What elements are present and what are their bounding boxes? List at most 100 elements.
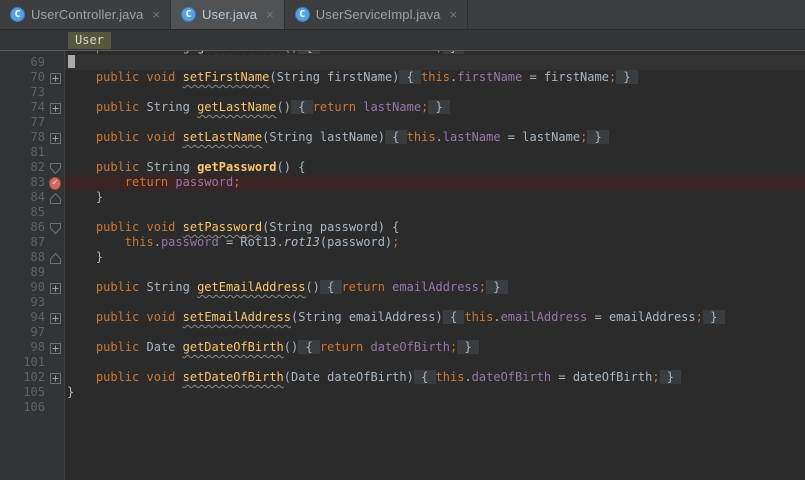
code-line[interactable]: 89 (0, 265, 805, 280)
code-text[interactable]: public Date getDateOfBirth() { return da… (65, 340, 805, 355)
code-text[interactable] (65, 205, 805, 220)
editor-gutter[interactable]: 88 (0, 250, 65, 265)
editor-gutter[interactable]: 74 (0, 100, 65, 115)
editor-gutter[interactable]: 78 (0, 130, 65, 145)
code-line[interactable]: 101 (0, 355, 805, 370)
editor-gutter[interactable]: 89 (0, 265, 65, 280)
close-icon[interactable]: × (265, 8, 275, 21)
line-number: 77 (0, 115, 45, 130)
editor-gutter[interactable]: 70 (0, 70, 65, 85)
code-line-clipped[interactable]: public String getFirstName() { return fi… (0, 51, 805, 55)
tab-userserviceimpl-java[interactable]: CUserServiceImpl.java× (285, 0, 468, 29)
editor-gutter[interactable]: 102 (0, 370, 65, 385)
editor-gutter[interactable]: 84 (0, 190, 65, 205)
fold-collapsed-icon[interactable] (50, 373, 61, 384)
tab-user-java[interactable]: CUser.java× (171, 0, 285, 29)
editor-gutter[interactable]: 101 (0, 355, 65, 370)
code-line[interactable]: 73 (0, 85, 805, 100)
editor-gutter[interactable]: 77 (0, 115, 65, 130)
editor-gutter[interactable]: 106 (0, 400, 65, 415)
class-icon: C (10, 7, 25, 22)
editor-gutter[interactable]: 81 (0, 145, 65, 160)
code-text[interactable] (65, 115, 805, 130)
code-text[interactable] (65, 145, 805, 160)
fold-expanded-bottom-icon[interactable] (50, 193, 61, 204)
editor-gutter[interactable]: 97 (0, 325, 65, 340)
line-number: 102 (0, 370, 45, 385)
code-text[interactable]: return password; (65, 175, 805, 190)
code-text[interactable] (65, 85, 805, 100)
code-text[interactable]: public String getFirstName() { return fi… (65, 51, 805, 55)
code-text[interactable] (65, 265, 805, 280)
editor-gutter[interactable]: 94 (0, 310, 65, 325)
code-line[interactable]: 102 public void setDateOfBirth(Date date… (0, 370, 805, 385)
code-line[interactable]: 86 public void setPassword(String passwo… (0, 220, 805, 235)
fold-collapsed-icon[interactable] (50, 103, 61, 114)
code-text[interactable]: } (65, 385, 805, 400)
code-text[interactable]: public void setLastName(String lastName)… (65, 130, 805, 145)
fold-expanded-bottom-icon[interactable] (50, 253, 61, 264)
line-number: 93 (0, 295, 45, 310)
code-line[interactable]: 93 (0, 295, 805, 310)
fold-collapsed-icon[interactable] (50, 283, 61, 294)
code-line[interactable]: 85 (0, 205, 805, 220)
code-text[interactable]: public void setPassword(String password)… (65, 220, 805, 235)
tab-usercontroller-java[interactable]: CUserController.java× (0, 0, 171, 29)
code-text[interactable] (65, 400, 805, 415)
code-editor[interactable]: public String getFirstName() { return fi… (0, 51, 805, 480)
editor-gutter[interactable]: 73 (0, 85, 65, 100)
editor-gutter[interactable]: 82 (0, 160, 65, 175)
code-text[interactable]: this.password = Rot13.rot13(password); (65, 235, 805, 250)
code-line[interactable]: 94 public void setEmailAddress(String em… (0, 310, 805, 325)
code-line[interactable]: 74 public String getLastName() { return … (0, 100, 805, 115)
code-line[interactable]: 88 } (0, 250, 805, 265)
editor-gutter[interactable]: 83✓ (0, 175, 65, 190)
code-line[interactable]: 106 (0, 400, 805, 415)
editor-gutter[interactable]: 93 (0, 295, 65, 310)
fold-collapsed-icon[interactable] (50, 133, 61, 144)
code-line[interactable]: 78 public void setLastName(String lastNa… (0, 130, 805, 145)
editor-gutter[interactable]: 87 (0, 235, 65, 250)
code-text[interactable] (65, 295, 805, 310)
close-icon[interactable]: × (151, 8, 161, 21)
code-line[interactable]: 105} (0, 385, 805, 400)
code-line[interactable]: 84 } (0, 190, 805, 205)
breadcrumb[interactable]: User (68, 32, 111, 49)
code-line[interactable]: 87 this.password = Rot13.rot13(password)… (0, 235, 805, 250)
code-text[interactable] (65, 355, 805, 370)
code-line[interactable]: 97 (0, 325, 805, 340)
editor-gutter[interactable]: 105 (0, 385, 65, 400)
code-text[interactable] (65, 415, 805, 480)
code-line[interactable]: 82 public String getPassword() { (0, 160, 805, 175)
editor-gutter[interactable]: 86 (0, 220, 65, 235)
code-text[interactable]: } (65, 190, 805, 205)
fold-collapsed-icon[interactable] (50, 343, 61, 354)
editor-gutter[interactable]: 98 (0, 340, 65, 355)
code-line[interactable]: 70 public void setFirstName(String first… (0, 70, 805, 85)
editor-gutter[interactable]: 69 (0, 55, 65, 70)
fold-expanded-top-icon[interactable] (50, 163, 61, 174)
code-text[interactable]: public void setFirstName(String firstNam… (65, 70, 805, 85)
code-text[interactable] (65, 55, 805, 70)
code-line[interactable]: 77 (0, 115, 805, 130)
code-line[interactable]: 81 (0, 145, 805, 160)
fold-collapsed-icon[interactable] (50, 73, 61, 84)
code-line[interactable]: 90 public String getEmailAddress() { ret… (0, 280, 805, 295)
code-text[interactable]: public void setEmailAddress(String email… (65, 310, 805, 325)
code-line[interactable]: 98 public Date getDateOfBirth() { return… (0, 340, 805, 355)
fold-collapsed-icon[interactable] (50, 313, 61, 324)
code-text[interactable]: public String getPassword() { (65, 160, 805, 175)
code-text[interactable] (65, 325, 805, 340)
editor-gutter[interactable]: 85 (0, 205, 65, 220)
code-text[interactable]: public void setDateOfBirth(Date dateOfBi… (65, 370, 805, 385)
fold-expanded-top-icon[interactable] (50, 223, 61, 234)
close-icon[interactable]: × (449, 8, 459, 21)
code-text[interactable]: } (65, 250, 805, 265)
editor-gutter[interactable]: 90 (0, 280, 65, 295)
editor-empty-area[interactable] (0, 415, 805, 480)
breakpoint-icon[interactable]: ✓ (49, 177, 61, 190)
code-line[interactable]: 69 (0, 55, 805, 70)
code-line[interactable]: 83✓ return password; (0, 175, 805, 190)
code-text[interactable]: public String getLastName() { return las… (65, 100, 805, 115)
code-text[interactable]: public String getEmailAddress() { return… (65, 280, 805, 295)
